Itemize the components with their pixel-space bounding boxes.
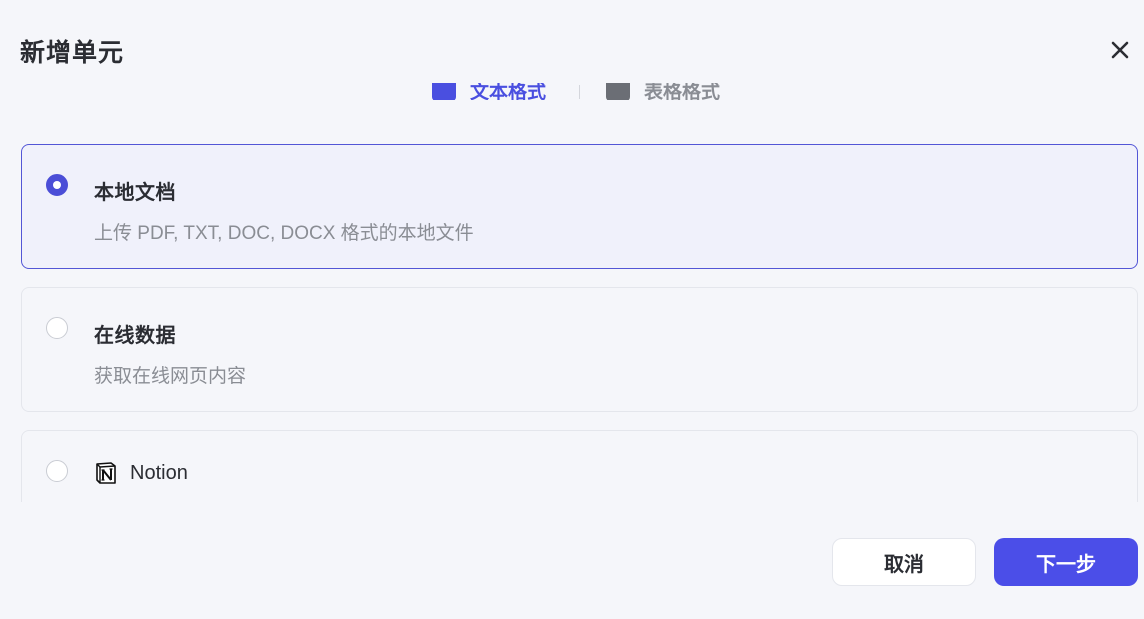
tab-text-format[interactable]: 文本格式 xyxy=(432,83,546,100)
new-unit-dialog: 新增单元 文本格式 表格格式 本地文档 上传 PDF, TXT, DOC, DO… xyxy=(0,0,1144,619)
tab-table-format[interactable]: 表格格式 xyxy=(606,83,720,100)
tab-table-format-label: 表格格式 xyxy=(644,83,721,100)
option-online-data-description: 获取在线网页内容 xyxy=(94,366,247,387)
option-local-document-description: 上传 PDF, TXT, DOC, DOCX 格式的本地文件 xyxy=(94,223,474,244)
close-icon xyxy=(1111,41,1129,59)
table-format-icon xyxy=(606,83,630,100)
option-online-data-title: 在线数据 xyxy=(94,325,176,347)
tab-text-format-label: 文本格式 xyxy=(470,83,547,100)
option-notion-title: Notion xyxy=(130,462,188,484)
format-tabs: 文本格式 表格格式 xyxy=(0,83,1144,100)
radio-local-document[interactable] xyxy=(46,174,68,196)
radio-online-data[interactable] xyxy=(46,317,68,339)
close-button[interactable] xyxy=(1106,36,1134,64)
notion-icon xyxy=(96,462,116,484)
option-notion[interactable]: Notion xyxy=(21,430,1138,502)
radio-notion[interactable] xyxy=(46,460,68,482)
option-local-document-title: 本地文档 xyxy=(94,182,176,204)
text-format-icon xyxy=(432,83,456,100)
cancel-button[interactable]: 取消 xyxy=(832,538,976,586)
tab-divider xyxy=(579,85,580,99)
dialog-title: 新增单元 xyxy=(20,39,125,67)
option-local-document[interactable]: 本地文档 上传 PDF, TXT, DOC, DOCX 格式的本地文件 xyxy=(21,144,1138,269)
next-step-button[interactable]: 下一步 xyxy=(994,538,1138,586)
source-options: 本地文档 上传 PDF, TXT, DOC, DOCX 格式的本地文件 在线数据… xyxy=(21,144,1138,502)
option-online-data[interactable]: 在线数据 获取在线网页内容 xyxy=(21,287,1138,412)
